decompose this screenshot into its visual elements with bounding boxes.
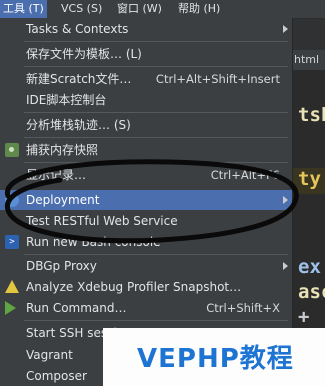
terminal-icon: > <box>5 235 19 249</box>
submenu-arrow-icon <box>283 25 288 33</box>
menu-help[interactable]: 帮助 (H) <box>175 0 223 18</box>
submenu-arrow-icon <box>283 262 288 270</box>
menu-separator <box>24 66 288 67</box>
menu-item-label: Vagrant <box>26 348 73 362</box>
submenu-arrow-icon <box>283 196 288 204</box>
code-fragment: ex. <box>298 256 325 278</box>
menu-item-label: Run new Bash console <box>26 235 161 249</box>
menu-item-label: Run Command… <box>26 301 127 315</box>
menu-vcs[interactable]: VCS (S) <box>58 0 105 18</box>
menu-separator <box>24 41 288 42</box>
menu-separator <box>24 162 288 163</box>
menu-item-save-as-template[interactable]: 保存文件为模板… (L) <box>0 44 292 64</box>
camera-icon <box>5 143 19 157</box>
code-fragment: tsh <box>298 104 325 126</box>
menu-item-label: 捕获内存快照 <box>26 143 99 157</box>
code-fragment: + <box>298 306 310 328</box>
menu-item-test-restful[interactable]: Test RESTful Web Service <box>0 211 292 231</box>
code-fragment: asc <box>298 281 325 303</box>
screenshot-stage: html tsh ty ex. asc + 工具 (T) VCS (S) 窗口 … <box>0 0 325 386</box>
menu-item-analyze-xdebug[interactable]: Analyze Xdebug Profiler Snapshot… <box>0 277 292 297</box>
menu-item-label: Test RESTful Web Service <box>26 214 178 228</box>
deployment-icon <box>5 193 19 207</box>
run-icon <box>5 301 16 315</box>
menu-item-new-scratch-file[interactable]: 新建Scratch文件… Ctrl+Alt+Shift+Insert <box>0 69 292 89</box>
menu-item-label: Tasks & Contexts <box>26 22 129 36</box>
menu-window[interactable]: 窗口 (W) <box>114 0 165 18</box>
menu-item-run-bash-console[interactable]: > Run new Bash console <box>0 232 292 252</box>
menu-item-label: 保存文件为模板… (L) <box>26 47 142 61</box>
menu-item-capture-memory-snapshot[interactable]: 捕获内存快照 <box>0 140 292 160</box>
menu-separator <box>24 320 288 321</box>
warning-icon <box>5 280 19 293</box>
menu-item-label: 显示记录… <box>26 168 87 182</box>
menu-item-shortcut: Ctrl+Alt+Shift+Insert <box>155 72 280 86</box>
menu-item-run-command[interactable]: Run Command… Ctrl+Shift+X <box>0 298 292 318</box>
menu-item-shortcut: Ctrl+Alt+F6 <box>210 168 280 182</box>
menu-item-label: 新建Scratch文件… <box>26 72 132 86</box>
menu-separator <box>24 112 288 113</box>
menu-item-deployment[interactable]: Deployment <box>0 190 292 210</box>
menu-tools[interactable]: 工具 (T) <box>0 0 47 18</box>
menu-item-analyze-stack-trace[interactable]: 分析堆栈轨迹… (S) <box>0 115 292 135</box>
menu-separator <box>24 137 288 138</box>
menu-separator <box>24 254 288 255</box>
menu-item-dbgp-proxy[interactable]: DBGp Proxy <box>0 256 292 276</box>
watermark: VEPHP教程 <box>103 328 325 386</box>
watermark-text: VEPHP教程 <box>137 344 294 374</box>
menu-item-label: 分析堆栈轨迹… (S) <box>26 118 131 132</box>
code-fragment: ty <box>298 168 321 190</box>
menu-item-label: DBGp Proxy <box>26 259 97 273</box>
menu-bar: 工具 (T) VCS (S) 窗口 (W) 帮助 (H) <box>0 0 325 19</box>
menu-item-label: Composer <box>26 369 87 383</box>
menu-item-label: Deployment <box>26 193 100 207</box>
menu-item-show-log[interactable]: 显示记录… Ctrl+Alt+F6 <box>0 165 292 185</box>
editor-tab[interactable]: html <box>292 50 325 70</box>
menu-item-label: Analyze Xdebug Profiler Snapshot… <box>26 280 242 294</box>
menu-item-ide-script-console[interactable]: IDE脚本控制台 <box>0 90 292 110</box>
menu-item-shortcut: Ctrl+Shift+X <box>206 301 280 315</box>
menu-item-label: IDE脚本控制台 <box>26 93 107 107</box>
menu-item-tasks-contexts[interactable]: Tasks & Contexts <box>0 19 292 39</box>
